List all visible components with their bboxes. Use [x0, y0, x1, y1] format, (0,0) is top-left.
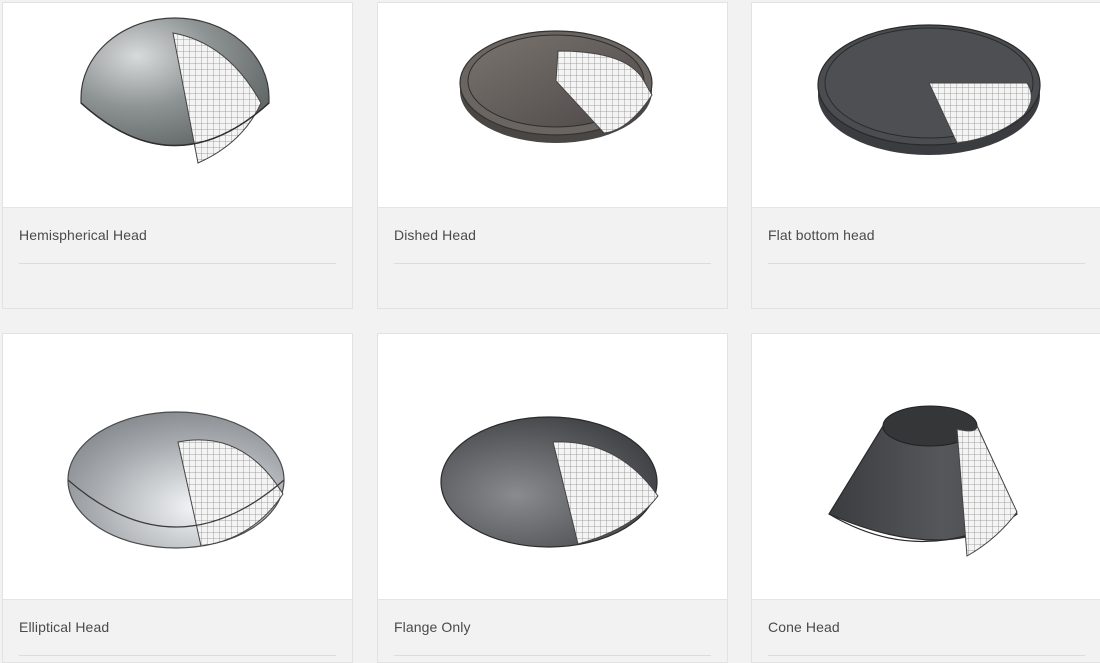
card-flange-only[interactable]: Flange Only — [377, 333, 728, 663]
divider — [768, 263, 1085, 264]
flat-bottom-head-icon — [817, 24, 1041, 155]
card-title[interactable]: Flange Only — [394, 619, 471, 635]
card-title[interactable]: Flat bottom head — [768, 227, 875, 243]
divider — [768, 655, 1085, 656]
card-caption: Flange Only — [378, 599, 727, 662]
card-caption: Cone Head — [752, 599, 1100, 662]
card-cone-head[interactable]: Cone Head — [751, 333, 1100, 663]
card-image[interactable] — [378, 334, 727, 599]
flange-only-icon — [440, 416, 659, 548]
card-hemispherical-head[interactable]: Hemispherical Head — [2, 2, 353, 309]
divider — [394, 263, 711, 264]
dished-head-icon — [459, 30, 653, 143]
divider — [394, 655, 711, 656]
cone-head-icon — [828, 405, 1018, 557]
card-dished-head[interactable]: Dished Head — [377, 2, 728, 309]
card-caption: Hemispherical Head — [3, 207, 352, 308]
card-title[interactable]: Elliptical Head — [19, 619, 109, 635]
card-image[interactable] — [752, 334, 1100, 599]
card-elliptical-head[interactable]: Elliptical Head — [2, 333, 353, 663]
card-caption: Elliptical Head — [3, 599, 352, 662]
card-flat-bottom-head[interactable]: Flat bottom head — [751, 2, 1100, 309]
card-caption: Dished Head — [378, 207, 727, 308]
card-title[interactable]: Dished Head — [394, 227, 476, 243]
card-title[interactable]: Hemispherical Head — [19, 227, 147, 243]
card-image[interactable] — [752, 3, 1100, 207]
card-image[interactable] — [3, 334, 352, 599]
card-image[interactable] — [378, 3, 727, 207]
elliptical-head-icon — [67, 411, 285, 549]
card-title[interactable]: Cone Head — [768, 619, 840, 635]
card-image[interactable] — [3, 3, 352, 207]
divider — [19, 263, 336, 264]
card-caption: Flat bottom head — [752, 207, 1100, 308]
hemispherical-head-icon — [80, 17, 270, 164]
divider — [19, 655, 336, 656]
